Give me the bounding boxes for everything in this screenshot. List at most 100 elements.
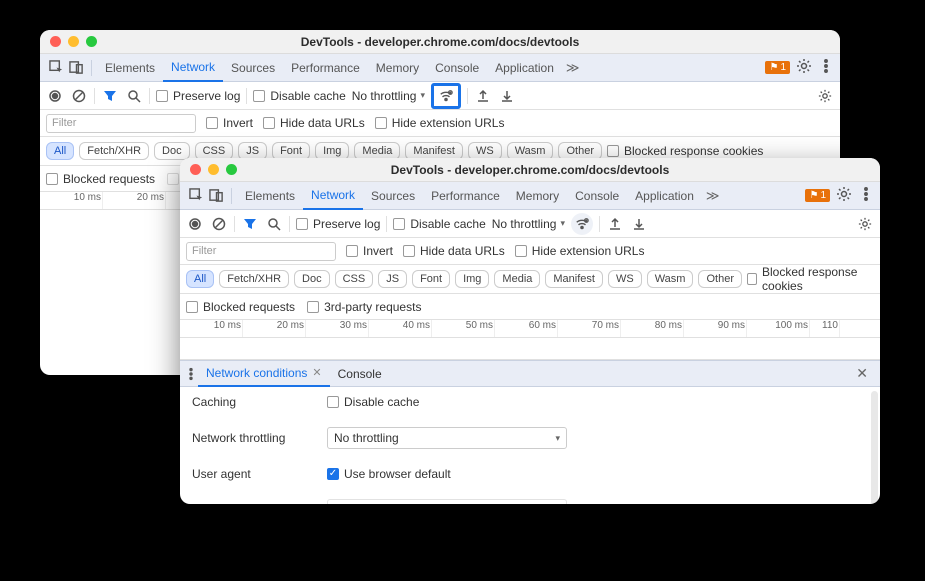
network-conditions-icon[interactable] xyxy=(431,83,461,109)
drawer-tab-console[interactable]: Console xyxy=(330,360,390,387)
tab-network[interactable]: Network xyxy=(163,54,223,82)
timeline-tick: 10 ms xyxy=(40,192,103,209)
chip-font[interactable]: Font xyxy=(412,270,450,288)
tab-performance[interactable]: Performance xyxy=(283,54,368,82)
hide-extension-urls-option[interactable]: Hide extension URLs xyxy=(515,244,645,258)
preserve-log-option[interactable]: Preserve log xyxy=(156,89,240,103)
use-browser-default-option[interactable]: Use browser default xyxy=(327,467,451,481)
tab-elements[interactable]: Elements xyxy=(97,54,163,82)
filter-icon[interactable] xyxy=(241,215,259,233)
extra-filter-bar: Blocked requests 3rd-party requests xyxy=(180,294,880,320)
throttling-select[interactable]: No throttling▾ xyxy=(352,89,425,103)
search-icon[interactable] xyxy=(265,215,283,233)
upload-icon[interactable] xyxy=(474,87,492,105)
hide-extension-urls-option[interactable]: Hide extension URLs xyxy=(375,116,505,130)
tab-sources[interactable]: Sources xyxy=(363,182,423,210)
blocked-cookies-option[interactable]: Blocked response cookies xyxy=(747,265,874,293)
user-agent-select[interactable]: Chrome — Android Mobile (high-end)▾ xyxy=(327,499,567,504)
tab-console[interactable]: Console xyxy=(567,182,627,210)
tab-elements[interactable]: Elements xyxy=(237,182,303,210)
drawer-close-icon[interactable]: ✕ xyxy=(848,365,876,382)
device-icon[interactable] xyxy=(66,60,86,75)
issues-badge[interactable]: ⚑1 xyxy=(805,189,830,202)
chip-css[interactable]: CSS xyxy=(335,270,374,288)
timeline-tick: 90 ms xyxy=(684,320,747,337)
timeline-ruler: 10 ms 20 ms 30 ms 40 ms 50 ms 60 ms 70 m… xyxy=(180,320,880,338)
timeline-tick: 30 ms xyxy=(306,320,369,337)
kebab-icon[interactable] xyxy=(858,186,874,205)
blocked-requests-option[interactable]: Blocked requests xyxy=(46,172,155,186)
inspect-icon[interactable] xyxy=(46,60,66,75)
scrollbar[interactable] xyxy=(871,391,878,504)
third-party-option[interactable]: 3rd-party requests xyxy=(307,300,421,314)
chip-manifest[interactable]: Manifest xyxy=(545,270,603,288)
invert-option[interactable]: Invert xyxy=(346,244,393,258)
record-icon[interactable] xyxy=(186,215,204,233)
gear-icon[interactable] xyxy=(816,87,834,105)
hide-data-urls-option[interactable]: Hide data URLs xyxy=(263,116,365,130)
chip-fetch-xhr[interactable]: Fetch/XHR xyxy=(219,270,289,288)
titlebar: DevTools - developer.chrome.com/docs/dev… xyxy=(180,158,880,182)
chip-wasm[interactable]: Wasm xyxy=(647,270,694,288)
download-icon[interactable] xyxy=(498,87,516,105)
gear-icon[interactable] xyxy=(856,215,874,233)
search-icon[interactable] xyxy=(125,87,143,105)
invert-option[interactable]: Invert xyxy=(206,116,253,130)
drawer-tab-network-conditions[interactable]: Network conditions✕ xyxy=(198,360,330,387)
throttling-select[interactable]: No throttling▾ xyxy=(492,217,565,231)
inspect-icon[interactable] xyxy=(186,188,206,203)
tab-console[interactable]: Console xyxy=(427,54,487,82)
tab-application[interactable]: Application xyxy=(627,182,702,210)
chip-js[interactable]: JS xyxy=(378,270,407,288)
caching-row: Caching Disable cache xyxy=(192,395,868,409)
preserve-log-option[interactable]: Preserve log xyxy=(296,217,380,231)
disable-cache-option[interactable]: Disable cache xyxy=(253,89,345,103)
filter-icon[interactable] xyxy=(101,87,119,105)
throttling-label: Network throttling xyxy=(192,431,327,445)
chip-ws[interactable]: WS xyxy=(608,270,642,288)
chip-other[interactable]: Other xyxy=(698,270,742,288)
timeline-tick: 40 ms xyxy=(369,320,432,337)
window-title: DevTools - developer.chrome.com/docs/dev… xyxy=(180,163,880,177)
upload-icon[interactable] xyxy=(606,215,624,233)
issues-badge[interactable]: ⚑1 xyxy=(765,61,790,74)
kebab-icon[interactable] xyxy=(184,365,198,383)
hide-data-urls-option[interactable]: Hide data URLs xyxy=(403,244,505,258)
blocked-cookies-option[interactable]: Blocked response cookies xyxy=(607,144,763,158)
network-conditions-icon[interactable] xyxy=(571,213,593,235)
user-agent-select-row: Chrome — Android Mobile (high-end)▾ xyxy=(192,499,868,504)
clear-icon[interactable] xyxy=(210,215,228,233)
chip-all[interactable]: All xyxy=(186,270,214,288)
record-icon[interactable] xyxy=(46,87,64,105)
tabs-overflow[interactable]: ≫ xyxy=(562,60,584,76)
gear-icon[interactable] xyxy=(836,186,852,205)
device-icon[interactable] xyxy=(206,188,226,203)
tab-memory[interactable]: Memory xyxy=(508,182,567,210)
download-icon[interactable] xyxy=(630,215,648,233)
filter-input[interactable]: Filter xyxy=(46,114,196,133)
chip-all[interactable]: All xyxy=(46,142,74,160)
chip-img[interactable]: Img xyxy=(455,270,489,288)
user-agent-label: User agent xyxy=(192,467,327,481)
clear-icon[interactable] xyxy=(70,87,88,105)
tab-memory[interactable]: Memory xyxy=(368,54,427,82)
tab-sources[interactable]: Sources xyxy=(223,54,283,82)
tab-application[interactable]: Application xyxy=(487,54,562,82)
throttling-select[interactable]: No throttling▾ xyxy=(327,427,567,449)
gear-icon[interactable] xyxy=(796,58,812,77)
caching-label: Caching xyxy=(192,395,327,409)
disable-cache-option[interactable]: Disable cache xyxy=(327,395,419,409)
chip-doc[interactable]: Doc xyxy=(294,270,330,288)
tab-performance[interactable]: Performance xyxy=(423,182,508,210)
disable-cache-option[interactable]: Disable cache xyxy=(393,217,485,231)
blocked-requests-option[interactable]: Blocked requests xyxy=(186,300,295,314)
filter-input[interactable]: Filter xyxy=(186,242,336,261)
chip-fetch-xhr[interactable]: Fetch/XHR xyxy=(79,142,149,160)
tab-network[interactable]: Network xyxy=(303,182,363,210)
close-icon[interactable]: ✕ xyxy=(312,366,321,379)
titlebar: DevTools - developer.chrome.com/docs/dev… xyxy=(40,30,840,54)
network-toolbar: Preserve log Disable cache No throttling… xyxy=(40,82,840,110)
kebab-icon[interactable] xyxy=(818,58,834,77)
chip-media[interactable]: Media xyxy=(494,270,540,288)
tabs-overflow[interactable]: ≫ xyxy=(702,188,724,204)
